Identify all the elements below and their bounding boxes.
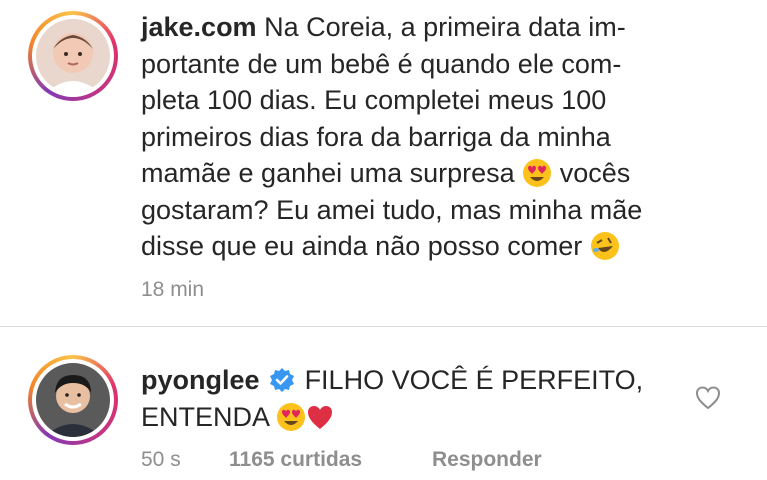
baby-avatar-icon — [36, 19, 110, 93]
comment-line-4: primeiros dias fora da barriga da minha — [141, 121, 611, 152]
avatar-inner — [32, 15, 114, 97]
reply-button[interactable]: Responder — [432, 448, 542, 472]
avatar-ring-jake[interactable] — [28, 11, 118, 101]
red-heart-emoji-icon — [308, 405, 333, 429]
reply-text: pyonglee FILHO VOCÊ É PERFEITO, ENTENDA — [141, 362, 643, 435]
avatar-ring-pyonglee[interactable] — [28, 355, 118, 445]
heart-eyes-emoji-icon — [277, 402, 306, 431]
comment-time: 18 min — [141, 278, 205, 301]
reply-time: 50 s — [141, 448, 181, 471]
like-heart-icon[interactable] — [694, 384, 722, 412]
comment-line-3: pleta 100 dias. Eu completei meus 100 — [141, 85, 607, 115]
comment-divider — [0, 326, 767, 327]
man-avatar-icon — [36, 363, 110, 437]
reply-line-1: FILHO VOCÊ É PERFEITO, — [304, 365, 644, 395]
username-jake[interactable]: jake.com — [141, 12, 257, 42]
reply-line-2: ENTENDA — [141, 401, 269, 432]
comment-line-2: portante de um bebê é quando ele com- — [141, 48, 622, 79]
heart-eyes-emoji-icon — [523, 159, 552, 187]
rolling-laughing-emoji-icon — [590, 232, 619, 260]
comment-line-5: mamãe e ganhei uma surpresa — [141, 158, 515, 188]
username-pyonglee[interactable]: pyonglee — [141, 365, 260, 395]
comment-line-7: disse que eu ainda não posso comer — [141, 231, 583, 261]
comment-line-1: Na Coreia, a primeira data im- — [264, 12, 626, 42]
comment-line-6: gostaram? Eu amei tudo, mas minha mãe — [141, 194, 643, 225]
comment-line-5b: vocês — [559, 158, 631, 188]
avatar-inner — [32, 359, 114, 441]
comment-text: jake.com Na Coreia, a primeira data im- … — [141, 9, 642, 265]
likes-count-link[interactable]: 1165 curtidas — [229, 448, 362, 472]
verified-badge-icon — [270, 368, 295, 392]
